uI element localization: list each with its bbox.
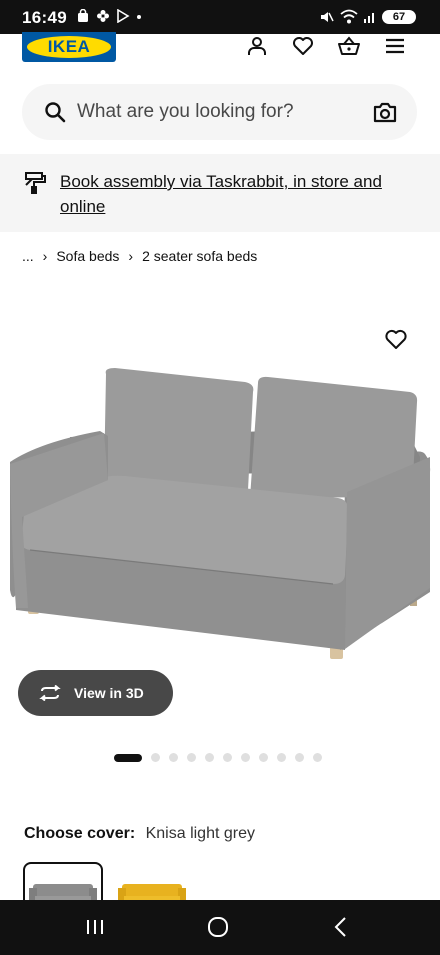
carousel-dot[interactable] bbox=[313, 753, 322, 762]
battery-level: 67 bbox=[382, 10, 416, 24]
site-header: IKEA bbox=[0, 32, 440, 78]
breadcrumb-2-seater-sofa-beds[interactable]: 2 seater sofa beds bbox=[142, 248, 257, 264]
camera-search-icon[interactable] bbox=[373, 101, 397, 123]
image-carousel-indicator bbox=[114, 753, 322, 762]
recent-apps-icon[interactable] bbox=[84, 915, 106, 939]
carousel-dot[interactable] bbox=[205, 753, 214, 762]
chevron-right-icon: › bbox=[128, 248, 134, 264]
book-assembly-link[interactable]: Book assembly via Taskrabbit, in store a… bbox=[60, 169, 410, 219]
logo-text: IKEA bbox=[47, 37, 91, 56]
carousel-dot[interactable] bbox=[277, 753, 286, 762]
chevron-right-icon: › bbox=[42, 248, 48, 264]
signal-icon bbox=[364, 13, 374, 23]
breadcrumb-ellipsis[interactable]: ... bbox=[22, 248, 34, 264]
carousel-dot[interactable] bbox=[223, 753, 232, 762]
dot-icon bbox=[137, 15, 141, 19]
view-in-3d-label: View in 3D bbox=[74, 685, 144, 701]
carousel-dot[interactable] bbox=[151, 753, 160, 762]
search-icon[interactable] bbox=[44, 101, 66, 123]
user-icon[interactable] bbox=[245, 34, 269, 58]
search-bar[interactable] bbox=[22, 84, 417, 140]
selected-cover-name: Knisa light grey bbox=[145, 825, 255, 842]
home-icon[interactable] bbox=[206, 915, 230, 939]
favourite-heart-icon[interactable] bbox=[384, 328, 408, 350]
flower-icon bbox=[97, 10, 109, 22]
assembly-tool-icon bbox=[25, 172, 46, 194]
carousel-dot[interactable] bbox=[241, 753, 250, 762]
product-image[interactable]: View in 3D bbox=[0, 292, 440, 732]
wifi-icon bbox=[340, 9, 358, 24]
view-in-3d-button[interactable]: View in 3D bbox=[18, 670, 173, 716]
carousel-dot[interactable] bbox=[259, 753, 268, 762]
assembly-banner: Book assembly via Taskrabbit, in store a… bbox=[0, 154, 440, 232]
carousel-dot[interactable] bbox=[187, 753, 196, 762]
carousel-dot-active[interactable] bbox=[114, 753, 142, 762]
mute-icon bbox=[321, 12, 334, 22]
ikea-logo[interactable]: IKEA bbox=[22, 32, 116, 62]
bag-icon bbox=[78, 9, 88, 22]
menu-icon[interactable] bbox=[383, 34, 407, 58]
breadcrumb-sofa-beds[interactable]: Sofa beds bbox=[56, 248, 119, 264]
search-input[interactable] bbox=[77, 94, 367, 130]
system-icons: 67 bbox=[319, 9, 416, 25]
status-time: 16:49 bbox=[22, 8, 67, 27]
carousel-dot[interactable] bbox=[295, 753, 304, 762]
play-store-icon bbox=[117, 9, 130, 23]
carousel-dot[interactable] bbox=[169, 753, 178, 762]
heart-icon[interactable] bbox=[291, 34, 315, 58]
notification-icons bbox=[76, 9, 142, 23]
status-bar: 16:49 67 bbox=[0, 0, 440, 34]
system-navigation-bar bbox=[0, 900, 440, 955]
choose-cover: Choose cover: Knisa light grey bbox=[24, 825, 255, 843]
back-icon[interactable] bbox=[330, 915, 352, 939]
basket-icon[interactable] bbox=[337, 34, 361, 58]
rotate-3d-icon bbox=[39, 685, 61, 701]
choose-cover-label: Choose cover: bbox=[24, 825, 136, 842]
breadcrumb: ... › Sofa beds › 2 seater sofa beds bbox=[22, 248, 257, 264]
sofa-image[interactable] bbox=[0, 292, 440, 732]
